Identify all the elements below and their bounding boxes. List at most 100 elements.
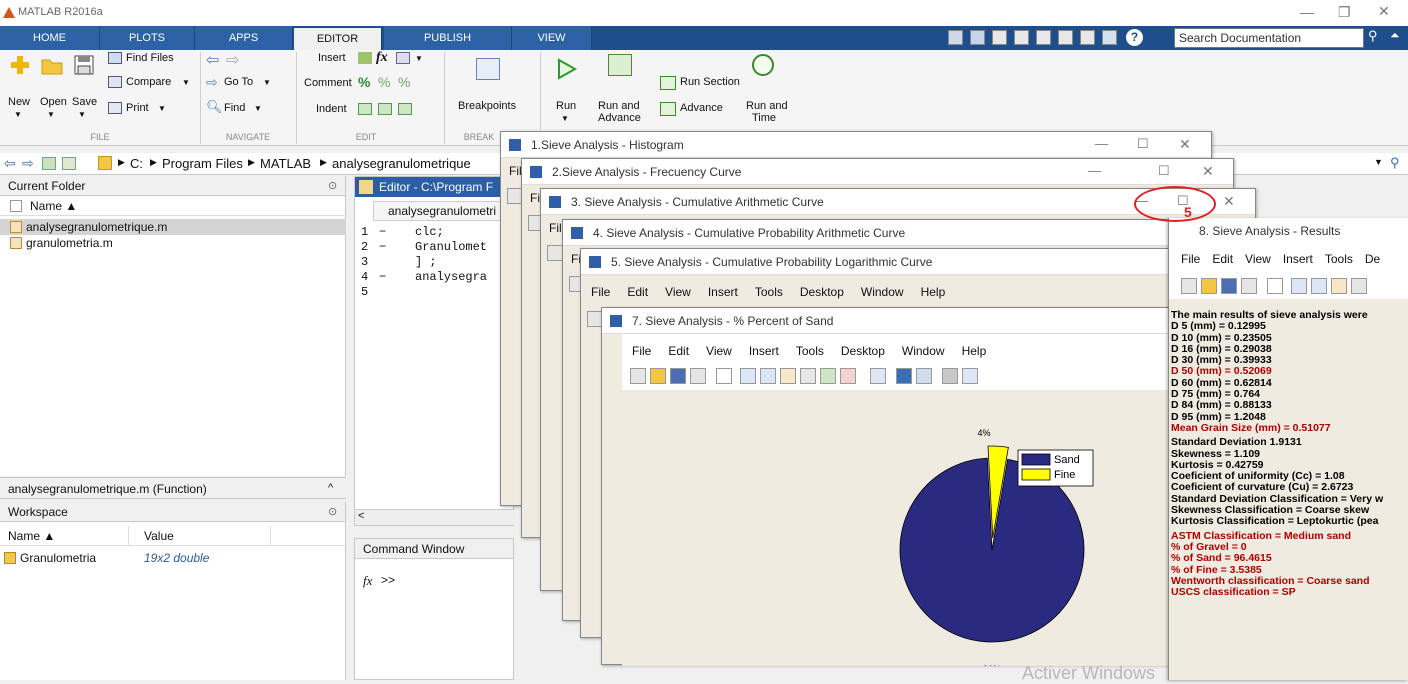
increase-indent-icon[interactable]: [378, 103, 392, 115]
menu-insert[interactable]: Insert: [1283, 252, 1313, 266]
run-and-time-icon[interactable]: [752, 54, 774, 76]
menu-view[interactable]: View: [665, 285, 691, 299]
zoom-out-icon[interactable]: [1311, 278, 1327, 294]
edit-plot-arrow-icon[interactable]: [716, 368, 732, 384]
new-dropdown-icon[interactable]: ▼: [14, 110, 22, 119]
layout-icon[interactable]: [948, 30, 963, 45]
menu-file[interactable]: File: [632, 344, 651, 358]
tab-plots[interactable]: PLOTS: [100, 26, 195, 50]
save-icon[interactable]: [970, 30, 985, 45]
function-browser-icon[interactable]: fx: [363, 573, 372, 589]
tab-editor[interactable]: EDITOR: [294, 28, 382, 50]
tab-apps[interactable]: APPS: [195, 26, 293, 50]
run-and-advance-icon[interactable]: [608, 54, 632, 76]
tab-view[interactable]: VIEW: [512, 26, 592, 50]
editor-file-tab[interactable]: analysegranulometri: [373, 201, 515, 221]
zoom-out-icon[interactable]: [760, 368, 776, 384]
figure-window-7[interactable]: 7. Sieve Analysis - % Percent of Sand Fi…: [601, 307, 1172, 666]
browse-folder-icon[interactable]: [62, 157, 76, 170]
run-dropdown-icon[interactable]: ▼: [561, 114, 569, 123]
uncomment-icon[interactable]: %: [378, 74, 390, 90]
file-menu[interactable]: Fil: [549, 221, 562, 235]
print-icon[interactable]: [108, 102, 122, 114]
new-figure-icon[interactable]: [1181, 278, 1197, 294]
compare-button[interactable]: Compare: [126, 76, 171, 88]
print-figure-icon[interactable]: [1241, 278, 1257, 294]
menu-desktop[interactable]: Desktop: [800, 285, 844, 299]
minimize-icon[interactable]: —: [1300, 4, 1314, 20]
menu-edit[interactable]: Edit: [1212, 252, 1233, 266]
goto-dropdown-icon[interactable]: ▼: [263, 78, 271, 87]
menu-insert[interactable]: Insert: [708, 285, 738, 299]
open-file-icon[interactable]: [1201, 278, 1217, 294]
code-line[interactable]: ] ;: [415, 255, 437, 269]
tab-publish[interactable]: PUBLISH: [384, 26, 512, 50]
horizontal-scrollbar[interactable]: <: [355, 509, 515, 525]
menu-view[interactable]: View: [706, 344, 732, 358]
code-line[interactable]: analysegra: [415, 270, 487, 284]
up-folder-icon[interactable]: [42, 157, 56, 170]
rotate-3d-icon[interactable]: [800, 368, 816, 384]
data-cursor-icon[interactable]: [820, 368, 836, 384]
details-bar[interactable]: analysegranulometrique.m (Function) ^: [0, 477, 346, 499]
tab-home[interactable]: HOME: [0, 26, 100, 50]
run-section-icon[interactable]: [660, 76, 676, 90]
goto-button[interactable]: Go To: [224, 76, 253, 88]
save-button[interactable]: Save: [72, 96, 97, 108]
run-and-advance-label-2[interactable]: Advance: [598, 112, 641, 124]
insert-section-icon[interactable]: [358, 52, 372, 64]
cut-icon[interactable]: [992, 30, 1007, 45]
run-and-advance-label-1[interactable]: Run and: [598, 100, 640, 112]
help-icon[interactable]: ?: [1126, 29, 1143, 46]
paste-icon[interactable]: [1036, 30, 1051, 45]
path-matlab[interactable]: MATLAB: [260, 156, 311, 171]
close-icon[interactable]: ✕: [1378, 3, 1390, 20]
restore-icon[interactable]: ❐: [1338, 4, 1351, 21]
save-disk-icon[interactable]: [72, 54, 96, 76]
edit-plot-arrow-icon[interactable]: [1267, 278, 1283, 294]
search-folder-icon[interactable]: ⚲: [1390, 155, 1400, 171]
code-line[interactable]: Granulomet: [415, 240, 487, 254]
back-arrow-icon[interactable]: ⇦: [206, 50, 219, 70]
select-all-checkbox[interactable]: [10, 200, 22, 212]
print-button[interactable]: Print: [126, 102, 149, 114]
comment-button[interactable]: Comment: [304, 77, 352, 89]
save-figure-icon[interactable]: [1221, 278, 1237, 294]
copy-icon[interactable]: [1014, 30, 1029, 45]
address-dropdown-icon[interactable]: ▼: [1374, 157, 1383, 167]
pan-hand-icon[interactable]: [780, 368, 796, 384]
name-column-header[interactable]: Name ▲: [30, 199, 77, 213]
new-figure-icon[interactable]: [630, 368, 646, 384]
find-dropdown-icon[interactable]: ▼: [254, 104, 262, 113]
minimize-icon[interactable]: —: [1095, 136, 1108, 151]
wrap-comments-icon[interactable]: %: [398, 74, 410, 90]
minimize-icon[interactable]: —: [1088, 163, 1101, 178]
switch-windows-icon[interactable]: [1102, 30, 1117, 45]
open-dropdown-icon[interactable]: ▼: [47, 110, 55, 119]
scroll-left-icon[interactable]: <: [358, 510, 364, 522]
pane-actions-icon[interactable]: ⊙: [328, 179, 337, 192]
find-button[interactable]: Find: [224, 102, 245, 114]
table-row[interactable]: Granulometria 19x2 double: [0, 550, 346, 566]
redo-icon[interactable]: [1080, 30, 1095, 45]
print-dropdown-icon[interactable]: ▼: [158, 104, 166, 113]
insert-dropdown-icon[interactable]: ▼: [415, 54, 423, 63]
menu-edit[interactable]: Edit: [668, 344, 689, 358]
menu-help[interactable]: Help: [921, 285, 946, 299]
results-window[interactable]: 8. Sieve Analysis - Results File Edit View…: [1168, 218, 1408, 680]
show-plot-tools-icon[interactable]: [962, 368, 978, 384]
menu-desktop[interactable]: Desktop: [841, 344, 885, 358]
path-current-folder[interactable]: analysegranulometrique: [332, 156, 471, 171]
undo-icon[interactable]: [1058, 30, 1073, 45]
link-plot-icon[interactable]: [870, 368, 886, 384]
path-drive[interactable]: C:: [130, 156, 143, 171]
close-icon[interactable]: ✕: [1223, 193, 1235, 210]
find-files-button[interactable]: Find Files: [126, 52, 174, 64]
path-program-files[interactable]: Program Files: [162, 156, 243, 171]
menu-tools[interactable]: Tools: [755, 285, 783, 299]
menu-file[interactable]: File: [591, 285, 610, 299]
maximize-icon[interactable]: ☐: [1137, 136, 1149, 152]
zoom-in-icon[interactable]: [740, 368, 756, 384]
file-menu[interactable]: Fil: [509, 164, 522, 178]
value-column-header[interactable]: Value: [144, 529, 174, 543]
